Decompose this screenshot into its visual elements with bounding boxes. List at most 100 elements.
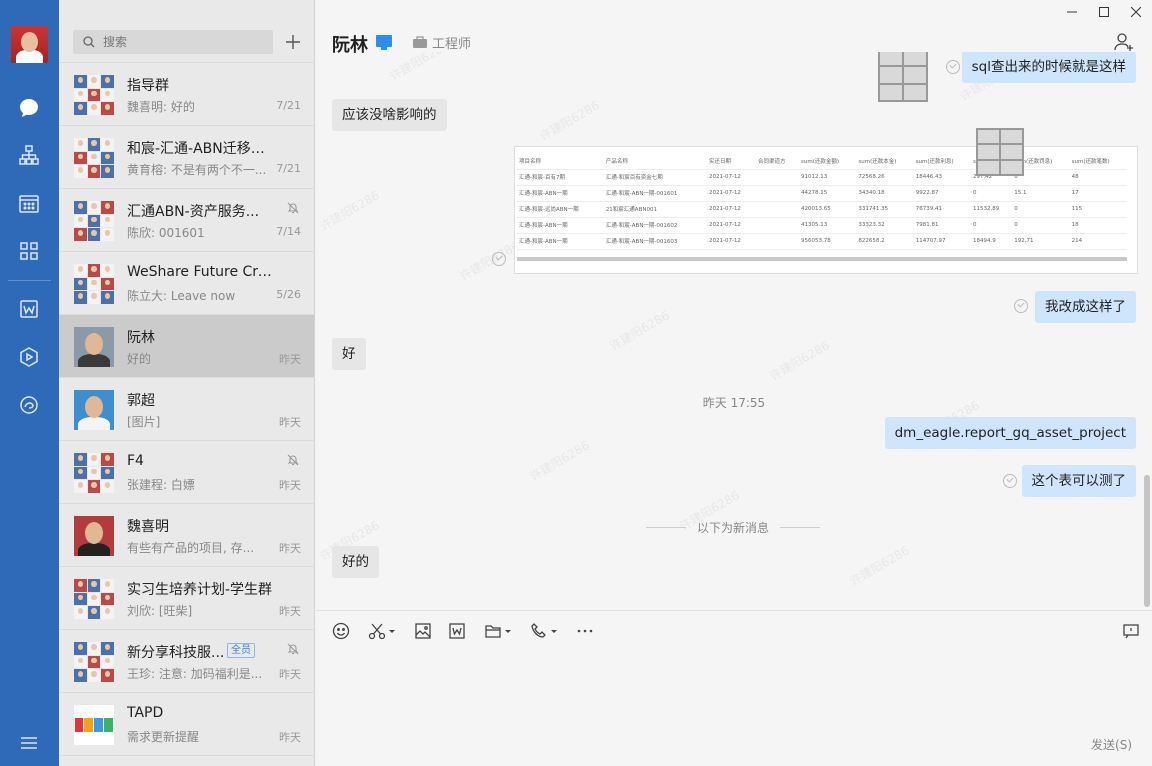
screenshot-cell: 0 xyxy=(971,217,1013,234)
avatar xyxy=(74,390,114,430)
screenshot-cell: 汇通-和宸-ABN一期 xyxy=(517,217,604,234)
menu-icon[interactable] xyxy=(17,731,41,755)
screenshot-cell: 汇通-和宸-ABN一期 xyxy=(517,233,604,250)
conversation-item[interactable]: WeShare Future Creati... 陈立大: Leave now 5/… xyxy=(59,252,314,315)
screenshot-cell: 41305.13 xyxy=(799,217,857,234)
maximize-button[interactable] xyxy=(1088,0,1120,24)
cloud-icon[interactable] xyxy=(17,393,41,417)
message-bubble-out[interactable]: 这个表可以测了 xyxy=(1021,465,1136,497)
message-bubble-out[interactable]: 我改成这样了 xyxy=(1035,291,1136,323)
message-area[interactable]: 许建阳6286 许建阳6286 许建阳6286 许建阳6286 许建阳6286 … xyxy=(316,52,1152,608)
apps-grid-icon[interactable] xyxy=(17,239,41,263)
conversation-item[interactable]: 实习生培养计划-学生群 刘欣: [旺柴] 昨天 xyxy=(59,567,314,630)
more-button[interactable] xyxy=(576,621,594,641)
new-messages-divider: 以下为新消息 xyxy=(646,519,820,536)
screenshot-button[interactable] xyxy=(368,621,396,641)
conversation-preview: 有些有产品的项目, 存... xyxy=(127,541,255,555)
plus-icon xyxy=(286,35,300,49)
screenshot-cell: 2021-07-12 xyxy=(706,185,757,202)
rail-divider xyxy=(8,280,51,281)
conversation-item[interactable]: 新分享科技服... 全员 王珍: 注意: 加码福利是... 昨天 xyxy=(59,630,314,693)
screenshot-cell: 0 xyxy=(1012,201,1070,218)
my-avatar[interactable] xyxy=(11,26,48,63)
read-receipt-icon xyxy=(1014,299,1028,313)
screenshot-cell: 34340.18 xyxy=(856,185,914,202)
screenshot-cell: 汇通-和宸百有资金七期 xyxy=(603,169,707,186)
screenshot-header-cell: sum(还款利息) xyxy=(913,153,972,170)
message-bubble-in[interactable]: 好 xyxy=(332,338,366,370)
screenshot-cell: 18494.9 xyxy=(971,233,1013,250)
all-members-badge: 全员 xyxy=(227,643,255,658)
emoji-button[interactable] xyxy=(332,621,350,641)
image-message[interactable]: 项目名称 产品名称 实还日期 合同渠道方 sum(还款金额) sum(还款本金) sum(还… xyxy=(514,146,1138,274)
close-button[interactable] xyxy=(1120,0,1152,24)
avatar xyxy=(74,264,114,304)
mute-bell-icon xyxy=(287,643,299,659)
screenshot-cell xyxy=(756,169,800,186)
conversation-item[interactable]: 汇通ABN-资产服务... 陈欣: 001601 7/14 xyxy=(59,189,314,252)
conversation-preview: 好的 xyxy=(127,352,152,366)
conversation-time: 7/21 xyxy=(276,99,301,112)
avatar xyxy=(74,453,114,493)
conversation-preview: [图片] xyxy=(127,415,161,429)
doc-button[interactable] xyxy=(448,621,466,641)
contacts-org-icon[interactable] xyxy=(17,143,41,167)
screenshot-cell: 2021-07-12 xyxy=(706,201,757,218)
screenshot-cell: 18 xyxy=(1069,217,1127,234)
image-thumbnail[interactable] xyxy=(878,52,928,102)
message-bubble-in[interactable]: 应该没啥影响的 xyxy=(332,99,447,131)
search-input[interactable] xyxy=(103,35,253,49)
window-controls xyxy=(1056,0,1152,24)
image-thumbnail[interactable] xyxy=(976,128,1024,176)
image-button[interactable] xyxy=(414,621,432,641)
conversation-preview: 陈欣: 001601 xyxy=(127,226,205,240)
calendar-icon[interactable] xyxy=(17,191,41,215)
conversation-item[interactable]: TAPD 需求更新提醒 昨天 xyxy=(59,693,314,756)
watermark: 许建阳6286 xyxy=(527,438,592,484)
message-bubble-out[interactable]: dm_eagle.report_gq_asset_project xyxy=(884,417,1136,449)
screenshot-cell: 汇通-和宸-ABN一期-001601 xyxy=(603,185,707,202)
chevron-down-icon xyxy=(505,630,511,633)
add-button[interactable] xyxy=(281,30,305,54)
screenshot-cell: 9922.87 xyxy=(913,185,972,202)
workbench-icon[interactable] xyxy=(17,345,41,369)
message-bubble-in[interactable]: 好的 xyxy=(332,546,379,578)
screenshot-cell: 汇通-和宸-远尚ABN一期 xyxy=(517,201,604,218)
conversation-item[interactable]: 魏喜明 有些有产品的项目, 存... 昨天 xyxy=(59,504,314,567)
chat-history-button[interactable] xyxy=(1122,621,1140,641)
message-scrollbar[interactable] xyxy=(1144,475,1150,607)
screenshot-cell: 0 xyxy=(971,185,1013,202)
search-box[interactable] xyxy=(73,30,273,54)
conversation-item[interactable]: 阮林 好的 昨天 xyxy=(59,315,314,378)
minimize-button[interactable] xyxy=(1056,0,1088,24)
maximize-icon xyxy=(1099,7,1109,17)
screenshot-cell: 18446.43 xyxy=(913,169,972,186)
conversation-preview: 陈立大: Leave now xyxy=(127,289,236,303)
conversation-item[interactable]: 指导群魏喜明: 好的 7/21 xyxy=(59,63,314,126)
screenshot-cell: 956053.78 xyxy=(799,233,857,250)
message-bubble-out[interactable]: sql查出来的时候就是这样 xyxy=(961,52,1136,83)
conversation-name: 指导群 xyxy=(127,78,169,94)
conversation-item[interactable]: F4 张建程: 白嫖 昨天 xyxy=(59,441,314,504)
message-input[interactable] xyxy=(332,650,1132,730)
send-button[interactable]: 发送(S) xyxy=(1091,736,1132,753)
watermark: 许建阳6286 xyxy=(317,188,382,234)
watermark: 许建阳6286 xyxy=(847,543,912,589)
file-button[interactable] xyxy=(484,621,512,641)
call-button[interactable] xyxy=(530,621,558,641)
conversation-name: 魏喜明 xyxy=(127,519,169,535)
document-icon xyxy=(449,623,465,639)
conversation-item[interactable]: 和宸-汇通-ABN迁移至... 黄育榕: 不是有两个不一... 7/21 xyxy=(59,126,314,189)
chevron-down-icon xyxy=(551,630,557,633)
conversation-item[interactable]: 郭超 [图片] 昨天 xyxy=(59,378,314,441)
conversation-time: 昨天 xyxy=(279,353,301,366)
search-icon xyxy=(83,36,95,48)
screenshot-cell: 15.1 xyxy=(1012,185,1070,202)
screenshot-cell: 2021-07-12 xyxy=(706,233,757,250)
screenshot-cell: 214 xyxy=(1069,233,1127,250)
conversation-preview: 王珍: 注意: 加码福利是... xyxy=(127,667,263,681)
screenshot-cell xyxy=(756,233,800,250)
conversation-preview: 魏喜明: 好的 xyxy=(127,100,195,114)
document-icon[interactable] xyxy=(17,297,41,321)
chat-icon[interactable] xyxy=(17,96,41,120)
